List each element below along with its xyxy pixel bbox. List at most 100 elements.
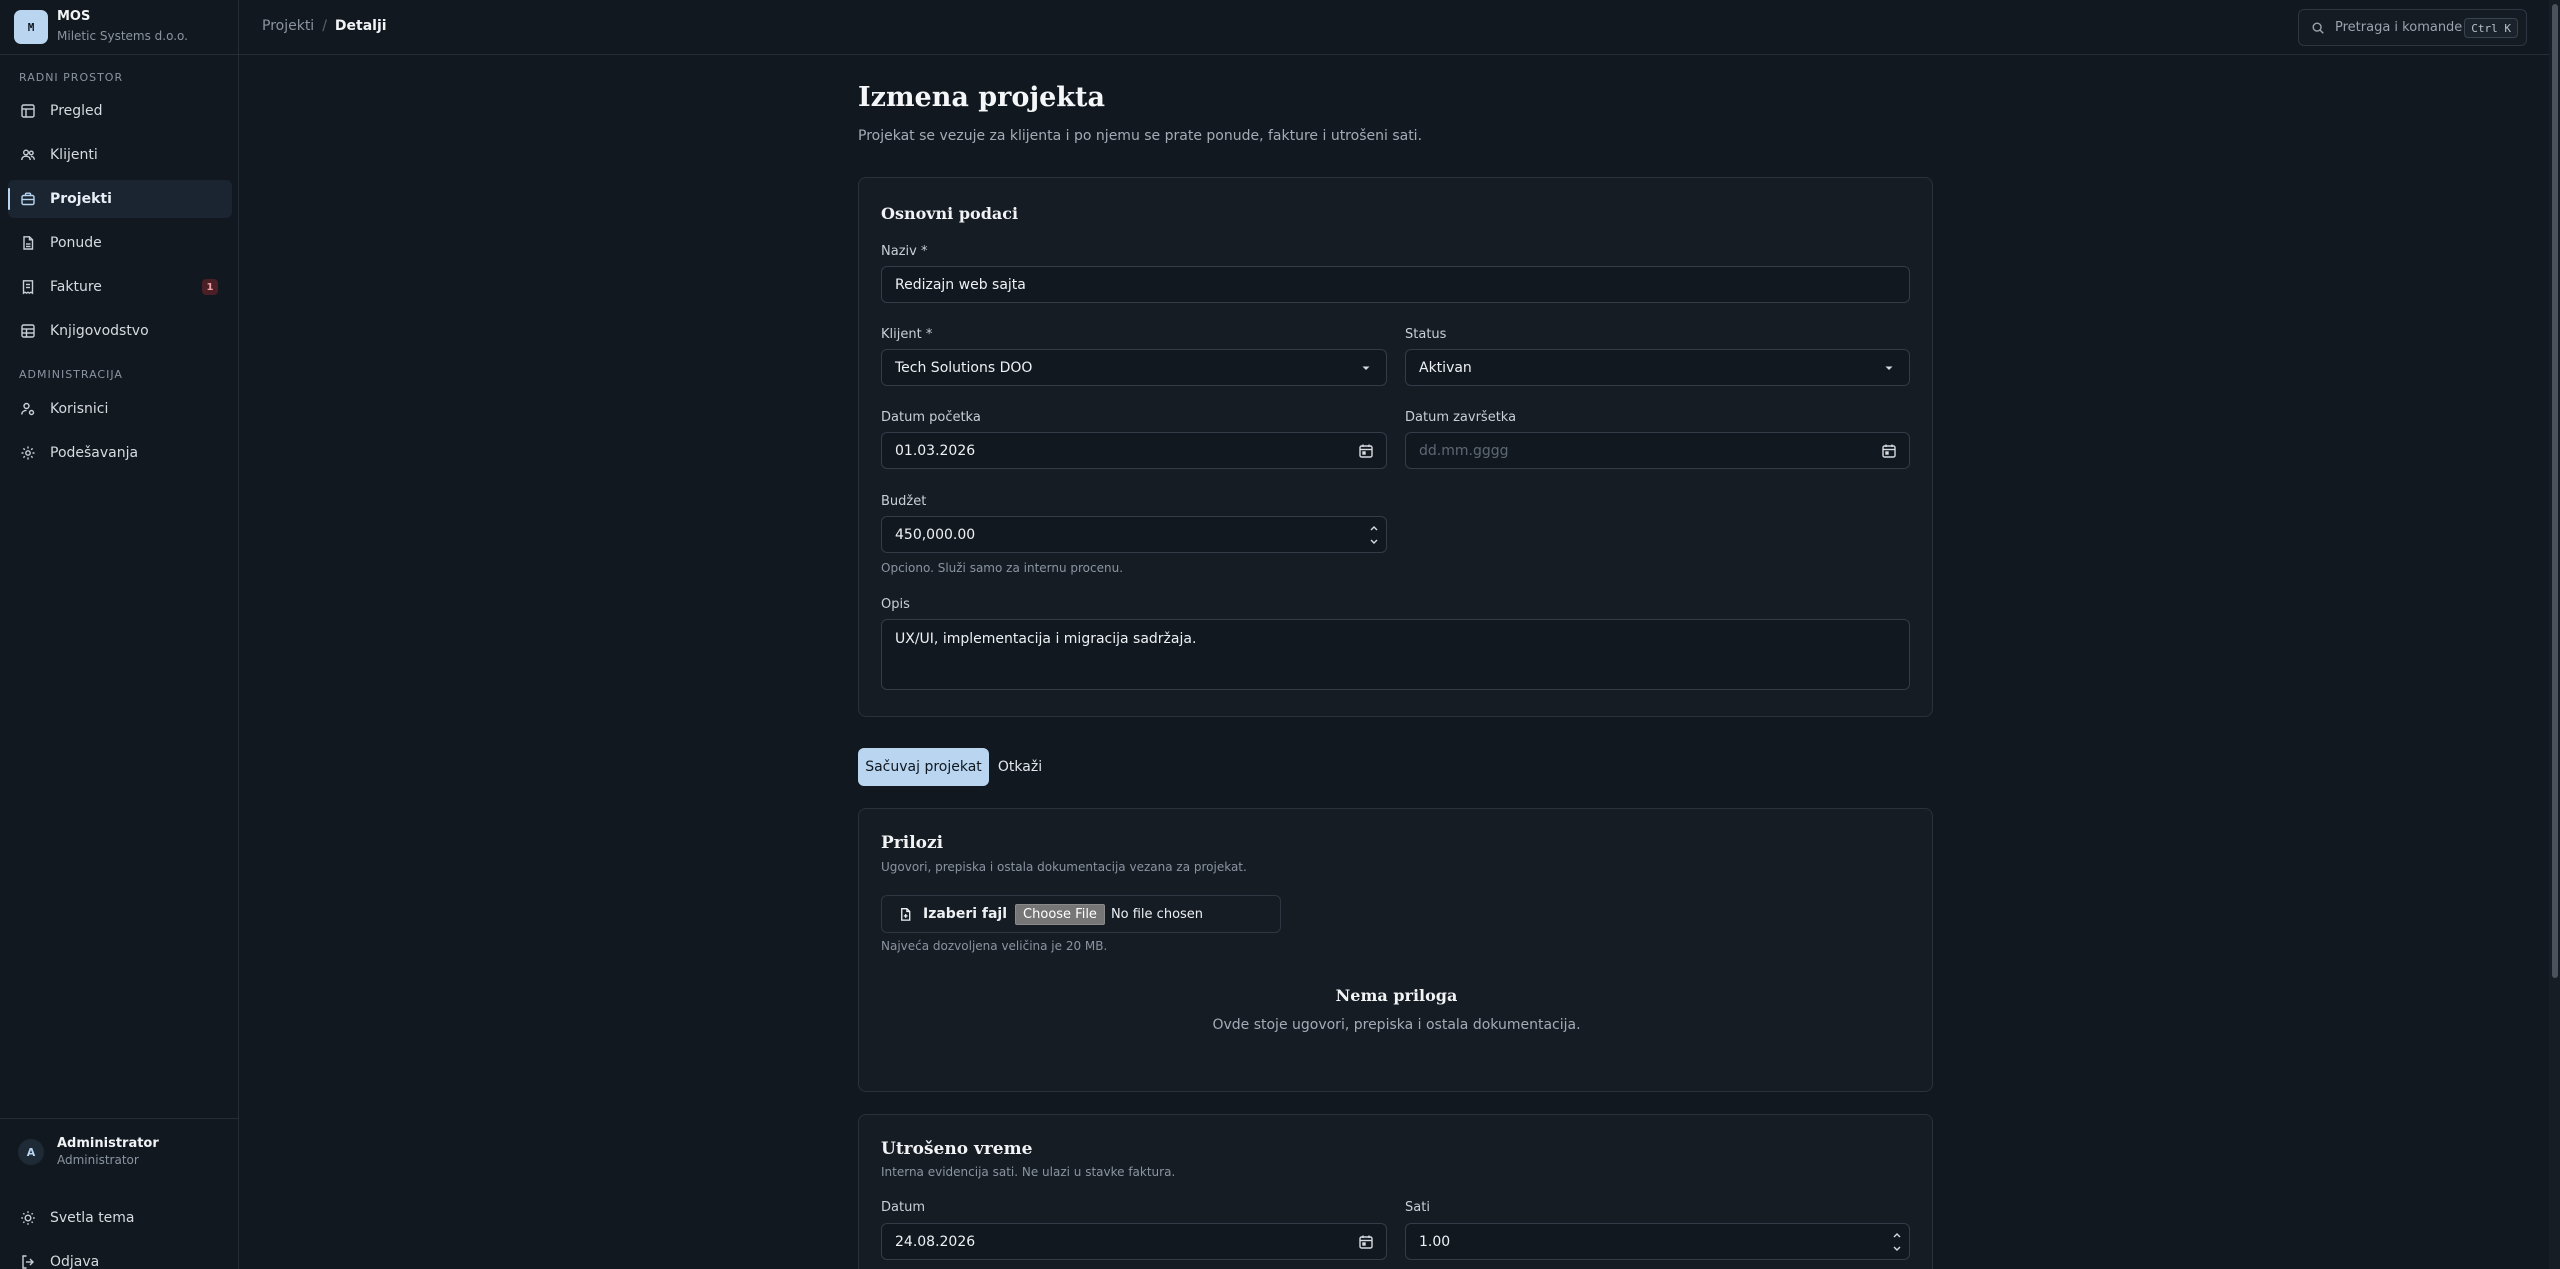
sun-icon [21, 1211, 35, 1225]
end-date-input[interactable]: dd.mm.gggg [1405, 432, 1910, 469]
attachments-title: Prilozi [881, 833, 944, 853]
description-label: Opis [881, 597, 910, 612]
status-label: Status [1405, 327, 1447, 342]
section-label-workspace: RADNI PROSTOR [19, 71, 124, 84]
cancel-button[interactable]: Otkaži [992, 748, 1048, 786]
hours-value: 1.00 [1419, 1233, 1451, 1250]
search-icon [2312, 21, 2324, 34]
users-icon [21, 149, 35, 161]
logout-icon [22, 1255, 34, 1269]
breadcrumb-separator: / [322, 18, 327, 34]
client-label: Klijent * [881, 327, 933, 342]
brand-logo: M [14, 10, 48, 44]
start-date-input[interactable]: 01.03.2026 [881, 432, 1387, 469]
topbar: Projekti / Detalji Pretraga i komande Ct… [239, 0, 2560, 55]
invoice-count-badge: 1 [202, 279, 218, 295]
attachments-subtitle: Ugovori, prepiska i ostala dokumentacija… [881, 860, 1247, 874]
basic-info-title: Osnovni podaci [881, 204, 1019, 223]
file-picker[interactable]: Izaberi fajl Choose File No file chosen [881, 895, 1281, 933]
end-date-placeholder: dd.mm.gggg [1419, 442, 1509, 459]
scrollbar-thumb[interactable] [2552, 4, 2558, 978]
status-select[interactable]: Aktivan [1405, 349, 1910, 386]
search-placeholder: Pretraga i komande [2335, 20, 2463, 35]
number-stepper-icon[interactable] [1891, 1227, 1903, 1257]
sidebar-item-label: Knjigovodstvo [50, 323, 149, 339]
file-picker-label: Izaberi fajl [923, 906, 1008, 922]
user-name: Administrator [57, 1136, 159, 1151]
user-gear-icon [21, 402, 35, 416]
theme-toggle-label: Svetla tema [50, 1210, 135, 1226]
budget-value: 450,000.00 [895, 526, 976, 543]
budget-label: Budžet [881, 494, 927, 509]
description-textarea[interactable]: UX/UI, implementacija i migracija sadrža… [881, 619, 1910, 690]
user-role: Administrator [57, 1153, 139, 1167]
name-input[interactable]: Redizajn web sajta [881, 266, 1910, 303]
search-shortcut: Ctrl K [2464, 18, 2518, 38]
time-date-value: 24.08.2026 [895, 1233, 976, 1250]
theme-toggle[interactable]: Svetla tema [8, 1199, 232, 1237]
sidebar-footer: A Administrator Administrator Svetla tem… [0, 1118, 238, 1269]
basic-info-card: Osnovni podaci Naziv * Redizajn web sajt… [858, 177, 1933, 717]
chevron-down-icon [1362, 366, 1370, 370]
brand-name: MOS [57, 9, 91, 24]
end-date-label: Datum završetka [1405, 410, 1517, 425]
sidebar-item-pregled[interactable]: Pregled [8, 92, 232, 130]
sidebar: M MOS Miletic Systems d.o.o. RADNI PROST… [0, 0, 239, 1269]
max-size-hint: Najveća dozvoljena veličina je 20 MB. [881, 939, 1108, 953]
calendar-icon[interactable] [1358, 443, 1374, 459]
logout-label: Odjava [50, 1254, 100, 1269]
start-date-label: Datum početka [881, 410, 981, 425]
budget-input[interactable]: 450,000.00 [881, 516, 1387, 553]
time-tracking-title: Utrošeno vreme [881, 1139, 1033, 1159]
calendar-icon[interactable] [1358, 1234, 1374, 1250]
number-stepper-icon[interactable] [1368, 520, 1380, 550]
choose-file-button[interactable]: Choose File [1015, 903, 1105, 925]
time-tracking-subtitle: Interna evidencija sati. Ne ulazi u stav… [881, 1165, 1176, 1179]
name-label: Naziv * [881, 244, 928, 259]
logout-button[interactable]: Odjava [8, 1243, 232, 1269]
command-search[interactable]: Pretraga i komande Ctrl K [2298, 9, 2527, 46]
layout-icon [21, 104, 35, 118]
empty-attachments-title: Nema priloga [1335, 986, 1458, 1005]
sidebar-item-label: Pregled [50, 103, 103, 119]
budget-hint: Opciono. Služi samo za internu procenu. [881, 561, 1124, 575]
sidebar-item-label: Korisnici [50, 401, 109, 417]
hours-input[interactable]: 1.00 [1405, 1223, 1910, 1260]
breadcrumb-current: Detalji [334, 18, 387, 34]
empty-attachments-subtitle: Ovde stoje ugovori, prepiska i ostala do… [1212, 1017, 1581, 1033]
attachments-card: Prilozi Ugovori, prepiska i ostala dokum… [858, 808, 1933, 1092]
briefcase-icon [21, 192, 35, 206]
gear-icon [21, 446, 35, 460]
sidebar-item-ponude[interactable]: Ponude [8, 224, 232, 262]
sidebar-item-korisnici[interactable]: Korisnici [8, 390, 232, 428]
page-title: Izmena projekta [858, 82, 1105, 113]
breadcrumb: Projekti / Detalji [262, 18, 387, 34]
document-icon [23, 236, 34, 250]
no-file-text: No file chosen [1110, 906, 1204, 922]
sidebar-item-podesavanja[interactable]: Podešavanja [8, 434, 232, 472]
sidebar-item-label: Ponude [50, 235, 102, 251]
sidebar-item-fakture[interactable]: Fakture 1 [8, 268, 232, 306]
user-menu[interactable]: A Administrator Administrator [0, 1119, 238, 1183]
calendar-icon[interactable] [1881, 443, 1897, 459]
avatar: A [18, 1139, 44, 1165]
sidebar-item-projekti[interactable]: Projekti [8, 180, 232, 218]
start-date-value: 01.03.2026 [895, 442, 976, 459]
receipt-icon [22, 280, 34, 295]
hours-label: Sati [1405, 1200, 1430, 1215]
sidebar-item-label: Podešavanja [50, 445, 139, 461]
time-date-input[interactable]: 24.08.2026 [881, 1223, 1387, 1260]
save-project-button[interactable]: Sačuvaj projekat [858, 748, 989, 786]
sidebar-item-label: Projekti [50, 191, 112, 207]
brand-header[interactable]: M MOS Miletic Systems d.o.o. [0, 0, 238, 55]
time-date-label: Datum [881, 1200, 925, 1215]
time-tracking-card: Utrošeno vreme Interna evidencija sati. … [858, 1114, 1933, 1269]
sidebar-item-knjigovodstvo[interactable]: Knjigovodstvo [8, 312, 232, 350]
page-subtitle: Projekat se vezuje za klijenta i po njem… [858, 128, 1423, 144]
table-icon [21, 324, 35, 338]
sidebar-item-klijenti[interactable]: Klijenti [8, 136, 232, 174]
section-label-admin: ADMINISTRACIJA [19, 368, 123, 381]
status-select-value: Aktivan [1419, 359, 1472, 376]
client-select[interactable]: Tech Solutions DOO [881, 349, 1387, 386]
breadcrumb-projekti-link[interactable]: Projekti [262, 18, 314, 34]
